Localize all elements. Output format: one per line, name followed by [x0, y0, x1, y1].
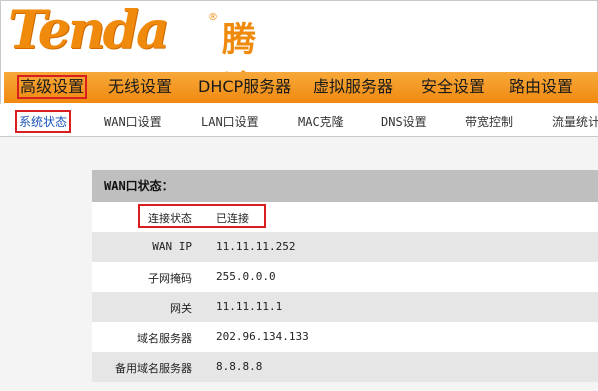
sub-nav-system-status[interactable]: 系统状态 — [14, 110, 72, 133]
wan-status-row-dns: 域名服务器 202.96.134.133 — [92, 322, 598, 352]
sub-nav-traffic-stats[interactable]: 流量统计 — [552, 113, 598, 130]
sub-nav-lan-settings[interactable]: LAN口设置 — [201, 113, 259, 130]
row-value: 8.8.8.8 — [216, 360, 263, 373]
main-nav-virtual-server[interactable]: 虚拟服务器 — [313, 76, 393, 98]
wan-status-row-wan-ip: WAN IP 11.11.11.252 — [92, 232, 598, 262]
sub-nav-wan-settings[interactable]: WAN口设置 — [104, 113, 162, 130]
wan-status-row-gateway: 网关 11.11.11.1 — [92, 292, 598, 322]
wan-status-row-connection: 连接状态 已连接 — [92, 202, 598, 232]
logo-registered-mark: ® — [208, 12, 218, 23]
main-nav-dhcp-server[interactable]: DHCP服务器 — [198, 76, 291, 98]
row-value: 已连接 — [216, 212, 249, 225]
row-value: 255.0.0.0 — [216, 270, 276, 283]
wan-status-row-backup-dns: 备用域名服务器 8.8.8.8 — [92, 352, 598, 382]
row-label: 子网掩码 — [148, 272, 192, 285]
row-label: 连接状态 — [148, 212, 192, 225]
main-nav-security-settings[interactable]: 安全设置 — [421, 76, 485, 98]
sub-nav: 系统状态 WAN口设置 LAN口设置 MAC克隆 DNS设置 带宽控制 流量统计 — [0, 104, 598, 137]
row-value: 202.96.134.133 — [216, 330, 309, 343]
wan-status-title: WAN口状态： — [92, 170, 598, 202]
main-nav: 高级设置 无线设置 DHCP服务器 虚拟服务器 安全设置 路由设置 — [4, 72, 598, 103]
row-label: 域名服务器 — [137, 332, 192, 345]
row-value: 11.11.11.252 — [216, 240, 296, 253]
row-label: 备用域名服务器 — [115, 362, 192, 375]
sub-nav-mac-clone[interactable]: MAC克隆 — [298, 113, 344, 130]
sub-nav-bandwidth-control[interactable]: 带宽控制 — [465, 113, 513, 130]
main-nav-advanced-settings[interactable]: 高级设置 — [16, 75, 88, 99]
row-value: 11.11.11.1 — [216, 300, 283, 313]
wan-status-panel: WAN口状态： 连接状态 已连接 WAN IP 11.11.11.252 子网掩… — [92, 170, 598, 382]
logo-wordmark: Tenda — [8, 0, 170, 61]
main-nav-wireless-settings[interactable]: 无线设置 — [108, 76, 172, 98]
wan-status-row-subnet-mask: 子网掩码 255.0.0.0 — [92, 262, 598, 292]
main-nav-routing-settings[interactable]: 路由设置 — [509, 76, 573, 98]
row-label: WAN IP — [152, 240, 192, 253]
sub-nav-dns-settings[interactable]: DNS设置 — [381, 113, 427, 130]
row-label: 网关 — [170, 302, 192, 315]
